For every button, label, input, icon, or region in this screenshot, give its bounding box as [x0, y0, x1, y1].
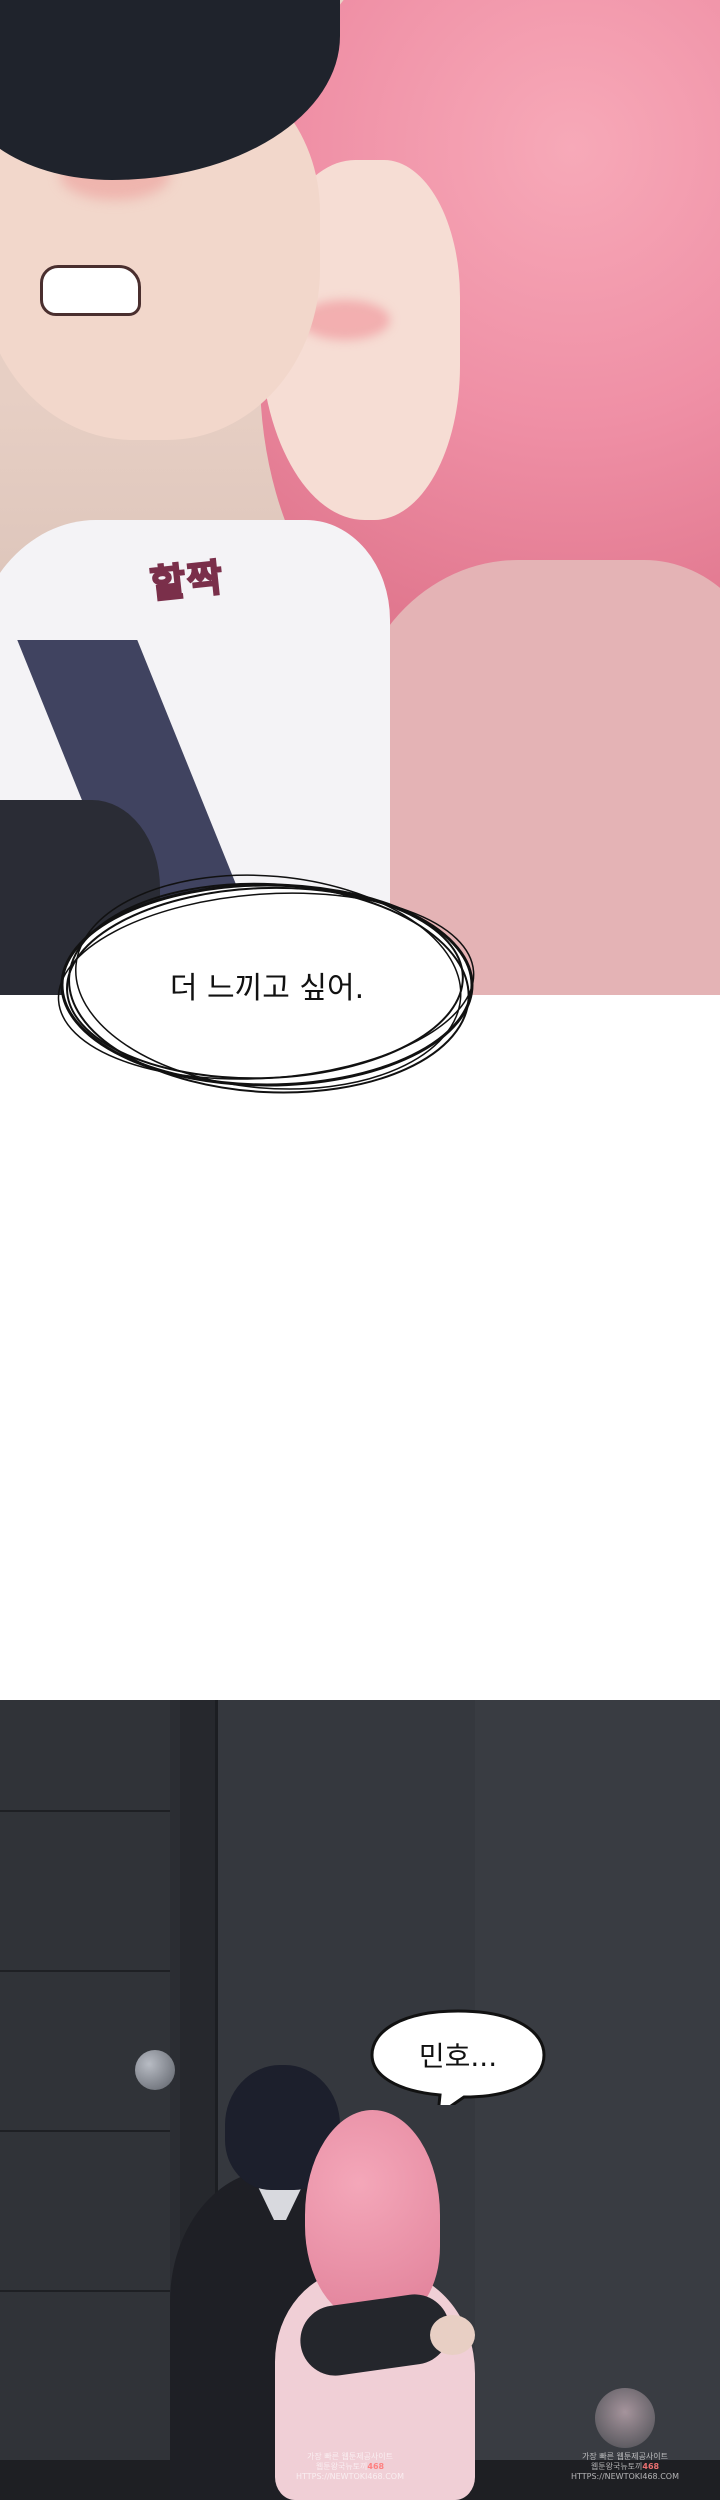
bunny-mascot-icon — [595, 2388, 655, 2448]
wall-line — [0, 2290, 170, 2292]
watermark-line1: 가장 빠른 웹툰제공사이트 — [306, 2452, 394, 2461]
door-knob — [135, 2050, 175, 2090]
panel-top: 할짝 — [0, 0, 720, 995]
watermark-line2: 웹툰왕국뉴토끼468 — [560, 2462, 690, 2472]
watermark-line3: HTTPS://NEWTOKI468.COM — [296, 2472, 404, 2481]
hand — [430, 2315, 475, 2355]
wall-line — [0, 1810, 170, 1812]
panel-bottom: 민호... 가장 빠른 웹툰제공사이트 웹툰왕국뉴토끼468 HTTPS://N… — [0, 1700, 720, 2500]
speech-text-1: 더 느끼고 싶어. — [169, 971, 365, 1006]
sound-effect-text: 할짝 — [147, 554, 227, 607]
left-wall — [0, 1700, 170, 2500]
watermark-right: 가장 빠른 웹툰제공사이트 웹툰왕국뉴토끼468 HTTPS://NEWTOKI… — [560, 2388, 690, 2482]
watermark-line3: HTTPS://NEWTOKI468.COM — [571, 2472, 679, 2481]
watermark-number: 468 — [642, 2462, 660, 2471]
watermark-line1: 가장 빠른 웹툰제공사이트 — [581, 2452, 669, 2461]
watermark-line2: 웹툰왕국뉴토끼468 — [285, 2462, 415, 2472]
female-hair — [305, 2110, 440, 2320]
wall-line — [0, 1970, 170, 1972]
speech-text-2: 민호... — [418, 2040, 498, 2073]
wall-line — [0, 2130, 170, 2132]
watermark-site-name: 웹툰왕국뉴토끼 — [590, 2462, 643, 2471]
watermark-site-name: 웹툰왕국뉴토끼 — [315, 2462, 368, 2471]
watermark-center: 가장 빠른 웹툰제공사이트 웹툰왕국뉴토끼468 HTTPS://NEWTOKI… — [285, 2452, 415, 2482]
male-mouth — [40, 265, 141, 316]
watermark-number: 468 — [367, 2462, 385, 2471]
